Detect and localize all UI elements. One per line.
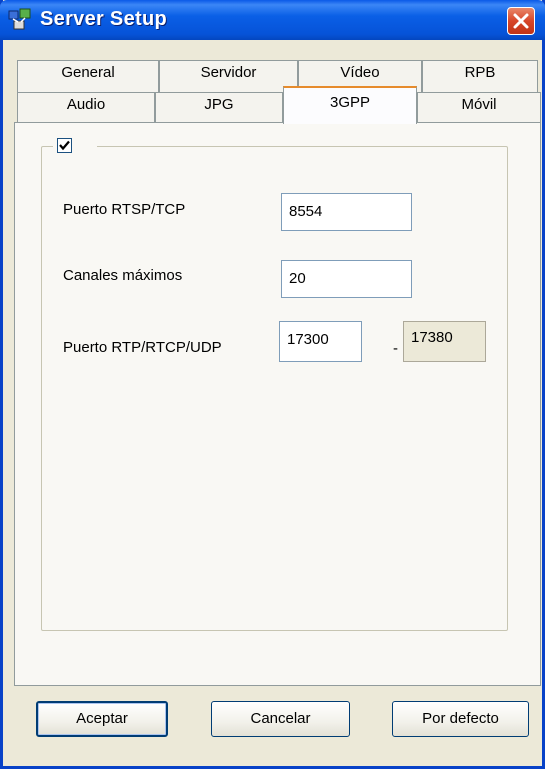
checkmark-icon [59, 140, 70, 151]
enable-checkbox-area [53, 137, 97, 155]
rtp-port-separator: - [393, 340, 398, 357]
max-channels-input[interactable]: 20 [281, 260, 412, 298]
tab-audio[interactable]: Audio [17, 92, 155, 123]
close-icon [513, 13, 529, 29]
accept-button[interactable]: Aceptar [36, 701, 168, 737]
settings-groupbox [41, 146, 508, 631]
tab-jpg[interactable]: JPG [155, 92, 283, 123]
cancel-button[interactable]: Cancelar [211, 701, 350, 737]
enable-3gpp-checkbox[interactable] [57, 138, 72, 153]
tab-movil[interactable]: Móvil [417, 92, 541, 123]
title-bar[interactable]: Server Setup [0, 0, 545, 40]
rtp-port-from-input[interactable]: 17300 [279, 321, 362, 362]
window-title: Server Setup [40, 8, 167, 30]
defaults-button[interactable]: Por defecto [392, 701, 529, 737]
tab-servidor[interactable]: Servidor [159, 60, 298, 92]
rtsp-port-label: Puerto RTSP/TCP [63, 201, 186, 218]
rtsp-port-input[interactable]: 8554 [281, 193, 412, 231]
rtp-port-to-input: 17380 [403, 321, 486, 362]
max-channels-label: Canales máximos [63, 267, 183, 284]
network-setup-icon [8, 8, 34, 32]
tab-3gpp[interactable]: 3GPP [283, 86, 417, 124]
server-setup-window: Server Setup General Servidor Vídeo RPB … [0, 0, 545, 769]
tab-rpb[interactable]: RPB [422, 60, 538, 92]
rtp-port-label: Puerto RTP/RTCP/UDP [63, 339, 222, 356]
tab-general[interactable]: General [17, 60, 159, 92]
close-button[interactable] [507, 7, 535, 35]
